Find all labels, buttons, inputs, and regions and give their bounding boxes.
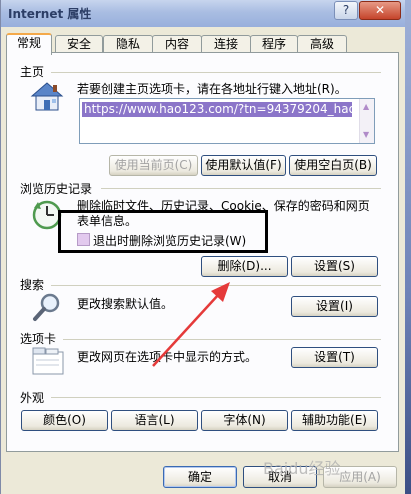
background-desktop-strip bbox=[405, 0, 411, 494]
tab-general[interactable]: 常规 bbox=[6, 33, 52, 55]
internet-options-window: Internet 属性 ? ✕ 常规 安全 隐私 内容 连接 程序 高级 主页 … bbox=[0, 0, 406, 494]
annotation-arrow bbox=[152, 282, 230, 367]
